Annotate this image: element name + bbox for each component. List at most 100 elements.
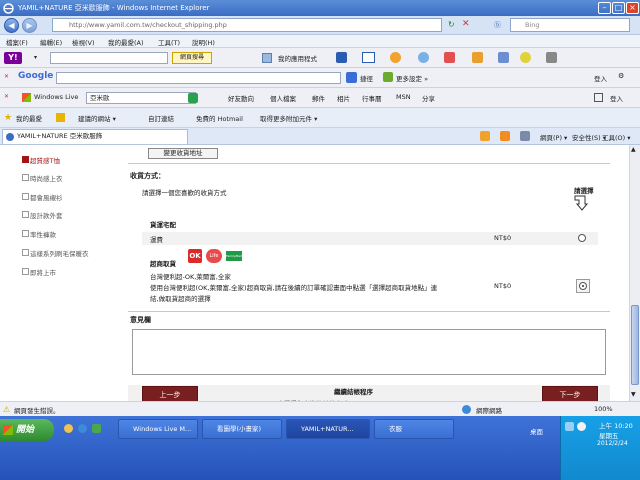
menu-favorites[interactable]: 我的最愛(A)	[108, 37, 144, 47]
stop-icon[interactable]: ✕	[462, 19, 470, 29]
live-link-calendar[interactable]: 行事曆	[362, 93, 382, 103]
google-search-icon[interactable]	[346, 72, 357, 83]
close-toolbar-icon[interactable]: ✕	[4, 73, 9, 80]
search-icon[interactable]	[188, 93, 198, 103]
store-pickup-line1: 台灣便利超-OK,萊爾富,全家	[150, 273, 231, 281]
home-delivery-radio[interactable]	[578, 234, 586, 242]
sidebar-item-pants[interactable]: 率性褲款	[22, 229, 56, 239]
menu-help[interactable]: 說明(H)	[192, 37, 215, 47]
live-link-msn[interactable]: MSN	[396, 93, 411, 101]
page-icon[interactable]	[336, 52, 347, 63]
tab-active[interactable]: YAMIL+NATURE 亞米歐服飾	[2, 129, 188, 144]
live-link-friends[interactable]: 好友動向	[228, 93, 254, 103]
live-search-input[interactable]: 亞米歐	[86, 92, 196, 104]
sidebar-item-coming-soon[interactable]: 即將上市	[22, 267, 56, 277]
menu-view[interactable]: 檢視(V)	[72, 37, 95, 47]
yahoo-search-button[interactable]: 網頁搜尋	[172, 52, 212, 64]
google-more-settings[interactable]: 更多設定 »	[396, 73, 428, 83]
favorites-label[interactable]: 我的最愛	[16, 113, 42, 123]
sidebar-item-shirts[interactable]: 都會風襯衫	[22, 192, 63, 202]
answers-icon[interactable]	[418, 52, 429, 63]
maximize-button[interactable]: □	[612, 2, 625, 14]
close-window-button[interactable]: ×	[626, 2, 639, 14]
quicklaunch-icon[interactable]	[64, 424, 73, 433]
comments-textarea[interactable]	[132, 329, 606, 375]
live-link-profile[interactable]: 個人檔案	[270, 93, 296, 103]
start-button[interactable]: 開始	[0, 419, 54, 441]
task-yamil-ie[interactable]: YAMIL+NATUR...	[286, 419, 370, 439]
shopping-icon[interactable]	[444, 52, 455, 63]
quicklaunch-ie-icon[interactable]	[78, 424, 87, 433]
yahoo-search-input[interactable]	[50, 52, 168, 64]
home-delivery-price: NT$0	[494, 234, 512, 242]
scroll-down-icon[interactable]: ▼	[631, 391, 636, 398]
menu-file[interactable]: 檔案(F)	[6, 37, 28, 47]
task-paint[interactable]: 看圖學(小畫家)	[202, 419, 282, 439]
live-link-photos[interactable]: 相片	[337, 93, 350, 103]
network-icon[interactable]	[565, 422, 574, 431]
minimize-button[interactable]: –	[598, 2, 611, 14]
live-login[interactable]: 登入	[610, 93, 623, 103]
quicklaunch-icon[interactable]	[92, 424, 101, 433]
yahoo-apps-label[interactable]: 我的應用程式	[278, 53, 317, 63]
vertical-scrollbar[interactable]: ▲ ▼	[629, 145, 640, 401]
store-pickup-radio-frame[interactable]	[576, 279, 590, 293]
close-toolbar-icon[interactable]: ✕	[4, 93, 9, 100]
task-windows-live[interactable]: Windows Live M...	[118, 419, 198, 439]
sidebar-item-tshirts[interactable]: 超質感T恤	[22, 155, 60, 165]
next-step-button[interactable]: 下一步	[542, 386, 598, 401]
refresh-icon[interactable]: ↻	[448, 20, 455, 29]
change-address-button[interactable]: 變更收貨地址	[148, 148, 218, 159]
home-icon[interactable]	[480, 131, 490, 141]
rss-icon[interactable]	[500, 131, 510, 141]
fav-custom-links[interactable]: 自訂連結	[148, 113, 174, 123]
live-link-share[interactable]: 分享	[422, 93, 435, 103]
sidebar-item-fleece[interactable]: 這樣系列刷毛保暖衣	[22, 248, 89, 258]
news-icon[interactable]	[498, 52, 509, 63]
wrench-icon[interactable]: ⚙	[618, 72, 624, 80]
live-link-mail[interactable]: 郵件	[312, 93, 325, 103]
bing-search-input[interactable]: Bing	[510, 18, 630, 32]
google-shortcut-label[interactable]: 捷徑	[360, 73, 373, 83]
shipping-method-title: 收貨方式：	[130, 172, 165, 180]
address-field[interactable]: http://www.yamil.com.tw/checkout_shippin…	[52, 18, 442, 32]
task-clothes-folder[interactable]: 衣服	[374, 419, 454, 439]
scrollbar-thumb[interactable]	[631, 305, 639, 385]
messenger-icon[interactable]	[390, 52, 401, 63]
google-search-input[interactable]	[56, 72, 341, 84]
clock-time[interactable]: 上午 10:20	[599, 420, 633, 430]
scroll-up-icon[interactable]: ▲	[631, 146, 636, 153]
store-pickup-radio[interactable]	[579, 282, 587, 290]
sidebar-item-tops[interactable]: 時尚感上衣	[22, 173, 63, 183]
security-zone: 網際網路	[476, 407, 502, 415]
fav-suggested-sites[interactable]: 建議的網站 ▾	[78, 113, 116, 123]
sidebar-item-jackets[interactable]: 設計款外套	[22, 210, 63, 220]
fav-addons[interactable]: 取得更多附加元件 ▾	[260, 113, 317, 123]
arrow-down-icon	[574, 195, 588, 211]
weather-icon[interactable]	[520, 52, 531, 63]
desktop-toolbar-label[interactable]: 桌面	[530, 426, 543, 436]
fav-hotmail[interactable]: 免費的 Hotmail	[196, 113, 243, 123]
settings-icon[interactable]	[546, 52, 557, 63]
command-page[interactable]: 網頁(P) ▾	[540, 132, 567, 142]
forward-button[interactable]: ▶	[22, 18, 37, 33]
chevron-down-icon[interactable]: ▾	[34, 54, 37, 61]
add-favorite-icon[interactable]	[56, 113, 65, 122]
print-icon[interactable]	[520, 131, 530, 141]
zoom-level[interactable]: 100%	[594, 405, 613, 413]
status-error-text[interactable]: 網頁發生錯誤。	[14, 405, 60, 415]
back-button[interactable]: ◀	[4, 18, 19, 33]
command-tools[interactable]: 工具(O) ▾	[602, 132, 631, 142]
menu-tools[interactable]: 工具(T)	[158, 37, 180, 47]
command-safety[interactable]: 安全性(S) ▾	[572, 132, 606, 142]
home-delivery-row[interactable]: 運費 NT$0	[142, 232, 598, 245]
volume-icon[interactable]	[577, 422, 586, 431]
yahoo-logo-icon[interactable]: Y!	[4, 52, 22, 64]
mail-icon[interactable]	[362, 52, 375, 63]
prev-step-button[interactable]: 上一步	[142, 386, 198, 401]
auction-icon[interactable]	[472, 52, 483, 63]
menu-edit[interactable]: 編輯(E)	[40, 37, 62, 47]
google-login[interactable]: 登入	[594, 73, 607, 83]
warning-icon[interactable]: ⚠	[3, 405, 10, 414]
checkbox-icon[interactable]	[594, 93, 603, 102]
